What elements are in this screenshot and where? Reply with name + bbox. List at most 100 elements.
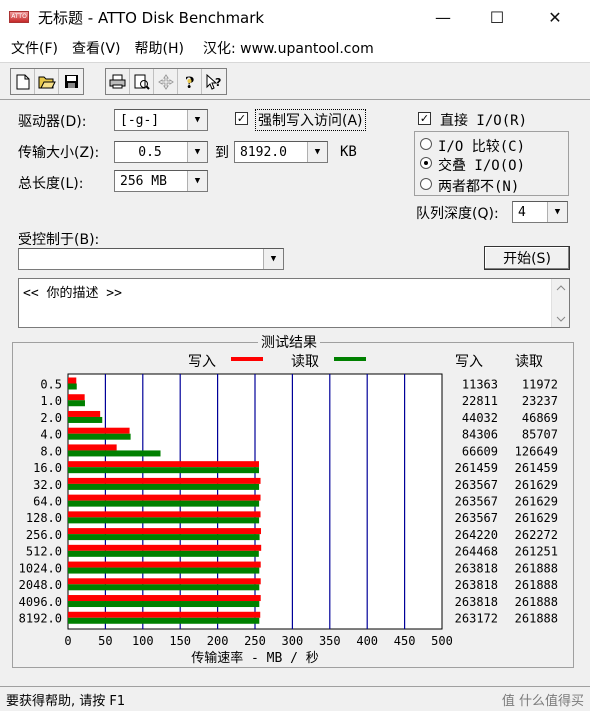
- direct-io-checkbox[interactable]: ✓: [418, 112, 431, 125]
- write-bar: [68, 611, 261, 618]
- overlap-io-label[interactable]: 交叠 I/O(O): [438, 155, 525, 175]
- print-preview-icon[interactable]: [130, 69, 154, 94]
- x-tick-label: 500: [431, 634, 453, 648]
- neither-label[interactable]: 两者都不(N): [438, 176, 519, 196]
- read-value: 261251: [515, 545, 558, 559]
- menu-help[interactable]: 帮助(H): [135, 38, 184, 58]
- x-tick-label: 300: [282, 634, 304, 648]
- write-bar: [68, 461, 259, 468]
- menu-credit: 汉化: www.upantool.com: [202, 41, 374, 57]
- io-compare-label[interactable]: I/O 比较(C): [438, 136, 525, 156]
- write-value: 22811: [462, 394, 498, 408]
- io-compare-radio[interactable]: [420, 138, 432, 150]
- write-value: 264468: [455, 545, 498, 559]
- minimize-button[interactable]: —: [420, 0, 466, 34]
- watermark-text: 值 什么值得买: [501, 694, 584, 709]
- read-bar: [68, 416, 103, 423]
- y-tick-label: 1024.0: [19, 561, 62, 575]
- title-bar: ATTO 无标题 - ATTO Disk Benchmark — ☐ ✕: [0, 0, 590, 34]
- read-value: 261629: [515, 495, 558, 509]
- context-help-icon[interactable]: ?: [202, 69, 226, 94]
- status-bar: 要获得帮助, 请按 F1 值 什么值得买: [0, 686, 590, 711]
- move-icon[interactable]: [154, 69, 178, 94]
- write-value: 11363: [462, 377, 498, 391]
- chevron-down-icon[interactable]: ▼: [307, 142, 327, 162]
- y-tick-label: 512.0: [26, 545, 62, 559]
- new-icon[interactable]: [11, 69, 35, 94]
- results-chart: 0 50 100 150 200 250 300 350 400 450 500 传输速率 - MB …: [19, 373, 558, 666]
- print-icon[interactable]: [106, 69, 130, 94]
- total-length-label: 总长度(L):: [18, 176, 84, 192]
- x-tick-label: 350: [319, 634, 341, 648]
- total-length-select[interactable]: 256 MB ▼: [114, 170, 208, 192]
- read-bar: [68, 467, 259, 474]
- write-value: 44032: [462, 411, 498, 425]
- chevron-down-icon[interactable]: ▼: [263, 249, 283, 269]
- write-bar: [68, 410, 101, 417]
- x-tick-label: 100: [132, 634, 154, 648]
- chevron-down-icon[interactable]: ▼: [547, 202, 567, 222]
- x-tick-label: 450: [394, 634, 416, 648]
- x-tick-label: 150: [169, 634, 191, 648]
- y-tick-label: 4096.0: [19, 595, 62, 609]
- chevron-down-icon[interactable]: ▼: [187, 171, 207, 191]
- x-tick-label: 250: [244, 634, 266, 648]
- status-text: 要获得帮助, 请按 F1: [6, 693, 126, 709]
- write-bar: [68, 377, 77, 384]
- read-value: 126649: [515, 444, 558, 458]
- y-tick-label: 1.0: [40, 394, 62, 408]
- menu-bar: 文件(F) 查看(V) 帮助(H) 汉化: www.upantool.com: [0, 34, 590, 62]
- direct-io-label[interactable]: 直接 I/O(R): [440, 110, 527, 130]
- force-write-label[interactable]: 强制写入访问(A): [255, 109, 366, 131]
- read-value: 11972: [522, 377, 558, 391]
- read-bar: [68, 617, 260, 624]
- force-write-checkbox[interactable]: ✓: [235, 112, 248, 125]
- read-value: 261888: [515, 578, 558, 592]
- y-tick-label: 2.0: [40, 411, 62, 425]
- open-icon[interactable]: [35, 69, 59, 94]
- queue-depth-label: 队列深度(Q):: [416, 206, 499, 222]
- read-bar: [68, 567, 260, 574]
- read-value: 261629: [515, 511, 558, 525]
- controlled-by-select[interactable]: ▼: [18, 248, 284, 270]
- y-tick-label: 8.0: [40, 444, 62, 458]
- transfer-from-select[interactable]: 0.5 ▼: [114, 141, 208, 163]
- read-bar: [68, 584, 260, 591]
- help-icon[interactable]: ?: [178, 69, 202, 94]
- x-tick-label: 0: [64, 634, 71, 648]
- maximize-button[interactable]: ☐: [474, 0, 520, 34]
- menu-file[interactable]: 文件(F): [11, 38, 58, 58]
- save-icon[interactable]: [59, 69, 83, 94]
- write-value: 263567: [455, 495, 498, 509]
- drive-select[interactable]: [-g-] ▼: [114, 109, 208, 131]
- chevron-down-icon[interactable]: ▼: [187, 142, 207, 162]
- read-value: 261629: [515, 478, 558, 492]
- write-value: 263567: [455, 511, 498, 525]
- total-length-value: 256 MB: [120, 173, 167, 189]
- to-label: 到: [215, 145, 229, 161]
- overlap-io-radio[interactable]: [420, 157, 432, 169]
- y-tick-label: 32.0: [33, 478, 62, 492]
- write-bar: [68, 511, 261, 518]
- read-bar: [68, 534, 260, 541]
- chevron-down-icon[interactable]: ▼: [187, 110, 207, 130]
- queue-depth-select[interactable]: 4 ▼: [512, 201, 568, 223]
- y-tick-label: 128.0: [26, 511, 62, 525]
- x-tick-label: 400: [356, 634, 378, 648]
- description-field[interactable]: << 你的描述 >>: [18, 278, 570, 328]
- y-tick-label: 0.5: [40, 377, 62, 391]
- write-legend-swatch: [231, 357, 263, 361]
- transfer-to-select[interactable]: 8192.0 ▼: [234, 141, 328, 163]
- controlled-by-label: 受控制于(B):: [18, 232, 100, 248]
- menu-view[interactable]: 查看(V): [72, 38, 121, 58]
- description-scrollbar[interactable]: [551, 279, 569, 327]
- transfer-from-value: 0.5: [138, 144, 162, 160]
- y-tick-label: 256.0: [26, 528, 62, 542]
- description-text: << 你的描述 >>: [23, 286, 122, 301]
- write-bar: [68, 494, 261, 501]
- toolbar-tools-group: ? ?: [105, 68, 227, 95]
- close-button[interactable]: ✕: [532, 0, 578, 34]
- start-button[interactable]: 开始(S): [484, 246, 570, 270]
- neither-radio[interactable]: [420, 178, 432, 190]
- read-value: 261888: [515, 612, 558, 626]
